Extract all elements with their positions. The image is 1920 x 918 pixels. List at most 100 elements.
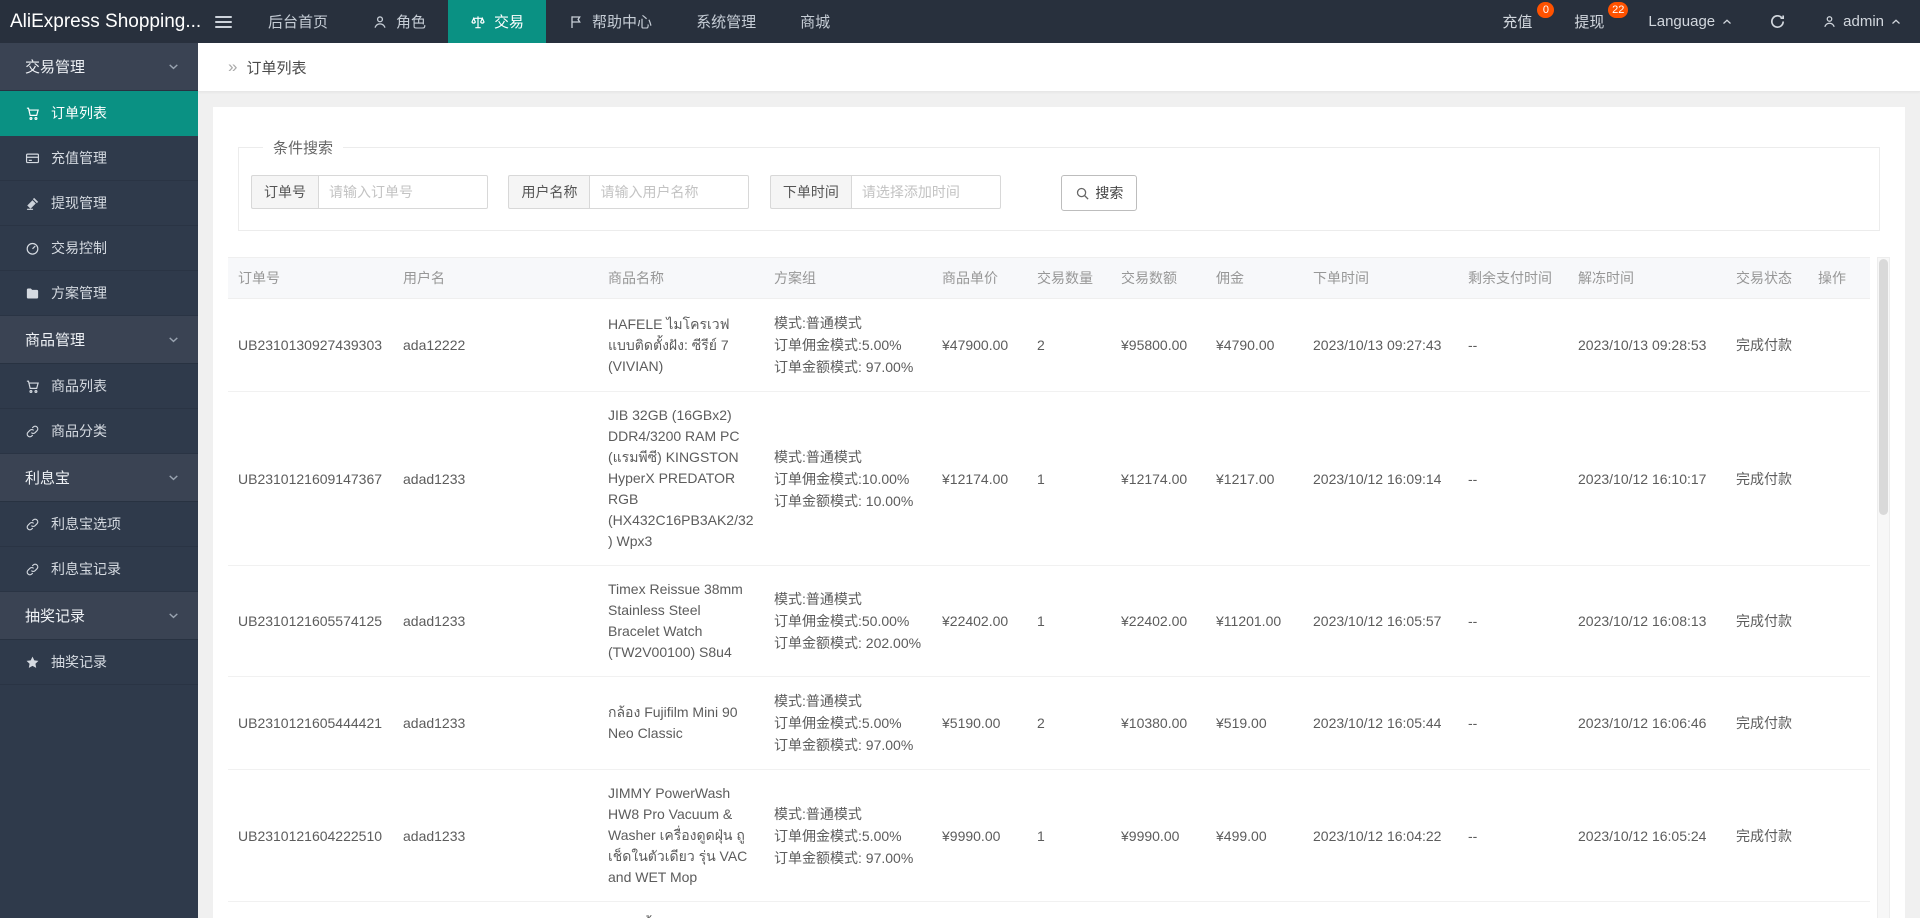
- cell-amount: ¥10380.00: [1111, 676, 1206, 770]
- username-input[interactable]: [589, 175, 750, 209]
- nav-item-help-center[interactable]: 帮助中心: [546, 0, 674, 43]
- cell-unit-price: ¥999.00: [932, 901, 1027, 918]
- link-icon: [26, 518, 39, 530]
- scheme-amount-mode: 订单金额模式: 97.00%: [774, 359, 914, 375]
- cell-unfreeze-time: 2023/10/12 16:10:17: [1568, 391, 1726, 566]
- user-menu[interactable]: admin: [1804, 0, 1920, 43]
- sidebar-group-product-management[interactable]: 商品管理: [0, 316, 198, 364]
- topbar: AliExpress Shopping... 后台首页 角色 交易 帮助中心 系…: [0, 0, 1920, 43]
- cell-username: adad1233: [393, 769, 598, 902]
- cell-status: 完成付款: [1726, 769, 1808, 902]
- sidebar-group-interest-treasure[interactable]: 利息宝: [0, 454, 198, 502]
- sidebar-item-trade-control[interactable]: 交易控制: [0, 226, 198, 271]
- cell-username: adad1233: [393, 676, 598, 770]
- table-scrollbar[interactable]: [1877, 257, 1890, 918]
- flag-icon: [571, 15, 581, 28]
- cell-order-time: 2023/10/12 16:09:14: [1303, 391, 1458, 566]
- gavel-icon: [26, 197, 39, 210]
- cell-status: 完成付款: [1726, 391, 1808, 566]
- recharge-label: 充值: [1502, 14, 1533, 31]
- order-time-field-group: 下单时间: [769, 175, 1001, 209]
- col-product-name: 商品名称: [598, 257, 764, 299]
- cell-remaining: --: [1458, 391, 1568, 566]
- cell-qty: 1: [1027, 391, 1111, 566]
- cell-remaining: --: [1458, 769, 1568, 902]
- refresh-icon: [1771, 15, 1785, 28]
- col-username: 用户名: [393, 257, 598, 299]
- sidebar-group-lottery-records[interactable]: 抽奖记录: [0, 592, 198, 640]
- cell-amount: ¥22402.00: [1111, 565, 1206, 677]
- sidebar-item-scheme-management[interactable]: 方案管理: [0, 271, 198, 316]
- page-title: 订单列表: [246, 59, 307, 77]
- refresh-button[interactable]: [1751, 0, 1804, 43]
- nav-item-dashboard[interactable]: 后台首页: [246, 0, 350, 43]
- cell-order-no: UB2310121605574125: [228, 565, 393, 677]
- scheme-mode: 模式:普通模式: [774, 805, 862, 822]
- cell-unit-price: ¥47900.00: [932, 298, 1027, 392]
- language-label: Language: [1648, 13, 1716, 30]
- sidebar-item-withdraw-management[interactable]: 提现管理: [0, 181, 198, 226]
- search-button[interactable]: 搜索: [1061, 175, 1138, 211]
- withdraw-button[interactable]: 提现 22: [1556, 0, 1630, 43]
- cell-qty: 1: [1027, 565, 1111, 677]
- nav-item-roles[interactable]: 角色: [350, 0, 448, 43]
- col-order-no: 订单号: [228, 257, 393, 299]
- sidebar-item-interest-options[interactable]: 利息宝选项: [0, 502, 198, 547]
- nav-label: 交易: [494, 14, 525, 31]
- scheme-mode: 模式:普通模式: [774, 448, 862, 465]
- cell-unit-price: ¥5190.00: [932, 676, 1027, 770]
- cell-product: JIB 32GB (16GBx2) DDR4/3200 RAM PC (แรมพ…: [598, 391, 764, 566]
- sidebar-item-lottery-records[interactable]: 抽奖记录: [0, 640, 198, 685]
- table-row: UB2310121605574125 adad1233 Timex Reissu…: [228, 565, 1870, 677]
- nav-item-mall[interactable]: 商城: [778, 0, 852, 43]
- sidebar-item-interest-records[interactable]: 利息宝记录: [0, 547, 198, 592]
- link-icon: [26, 425, 39, 437]
- cell-qty: 1: [1027, 901, 1111, 918]
- order-time-input[interactable]: [850, 175, 1001, 209]
- user-name: admin: [1843, 13, 1884, 30]
- sidebar-item-product-list[interactable]: 商品列表: [0, 364, 198, 409]
- cell-amount: ¥999.00: [1111, 901, 1206, 918]
- recharge-button[interactable]: 充值 0: [1484, 0, 1556, 43]
- col-remaining-pay-time: 剩余支付时间: [1458, 257, 1568, 299]
- scheme-commission-mode: 订单佣金模式:10.00%: [774, 470, 910, 487]
- nav-item-trade[interactable]: 交易: [448, 0, 547, 43]
- sidebar-toggle-button[interactable]: [200, 0, 246, 43]
- sidebar-item-recharge-management[interactable]: 充值管理: [0, 136, 198, 181]
- sidebar-group-trade-management[interactable]: 交易管理: [0, 43, 198, 91]
- table-row: UB2310121550293861 adad1233 LEE เสื้อคลุ…: [228, 901, 1870, 918]
- cell-unfreeze-time: 2023/10/12 15:51:32: [1568, 901, 1726, 918]
- cell-order-no: UB2310121609147367: [228, 391, 393, 566]
- scrollbar-thumb[interactable]: [1879, 259, 1888, 515]
- cell-remaining: --: [1458, 298, 1568, 392]
- cell-unfreeze-time: 2023/10/12 16:05:24: [1568, 769, 1726, 902]
- nav-item-system[interactable]: 系统管理: [674, 0, 778, 43]
- chevron-down-icon: [169, 613, 178, 619]
- brand-title: AliExpress Shopping...: [10, 11, 200, 32]
- col-order-time: 下单时间: [1303, 257, 1458, 299]
- scheme-amount-mode: 订单金额模式: 10.00%: [774, 492, 914, 509]
- search-panel: 条件搜索 订单号 用户名称 下单时间 搜索: [238, 137, 1880, 231]
- item-label: 充值管理: [51, 150, 107, 166]
- sidebar-item-product-category[interactable]: 商品分类: [0, 409, 198, 454]
- cart-icon: [26, 380, 39, 393]
- scheme-mode: 模式:普通模式: [774, 315, 862, 331]
- sidebar: 交易管理 订单列表 充值管理 提现管理 交易控制 方案管理 商品管理 商品列表 …: [0, 43, 198, 918]
- cell-remaining: --: [1458, 565, 1568, 677]
- cell-commission: ¥519.00: [1206, 676, 1303, 770]
- table-row: UB2310121605444421 adad1233 กล้อง Fujifi…: [228, 676, 1870, 770]
- cell-actions: [1808, 676, 1870, 770]
- cell-order-time: 2023/10/12 15:50:29: [1303, 901, 1458, 918]
- group-label: 商品管理: [25, 332, 86, 349]
- order-no-input[interactable]: [318, 175, 488, 209]
- folder-icon: [26, 288, 39, 298]
- cell-unit-price: ¥12174.00: [932, 391, 1027, 566]
- search-icon: [1077, 187, 1089, 200]
- person-icon: [374, 15, 386, 28]
- nav-label: 后台首页: [268, 14, 329, 31]
- sidebar-item-order-list[interactable]: 订单列表: [0, 91, 198, 136]
- item-label: 利息宝记录: [51, 561, 121, 577]
- link-icon: [26, 563, 39, 575]
- language-menu[interactable]: Language: [1630, 0, 1751, 43]
- scheme-commission-mode: 订单佣金模式:5.00%: [774, 337, 902, 353]
